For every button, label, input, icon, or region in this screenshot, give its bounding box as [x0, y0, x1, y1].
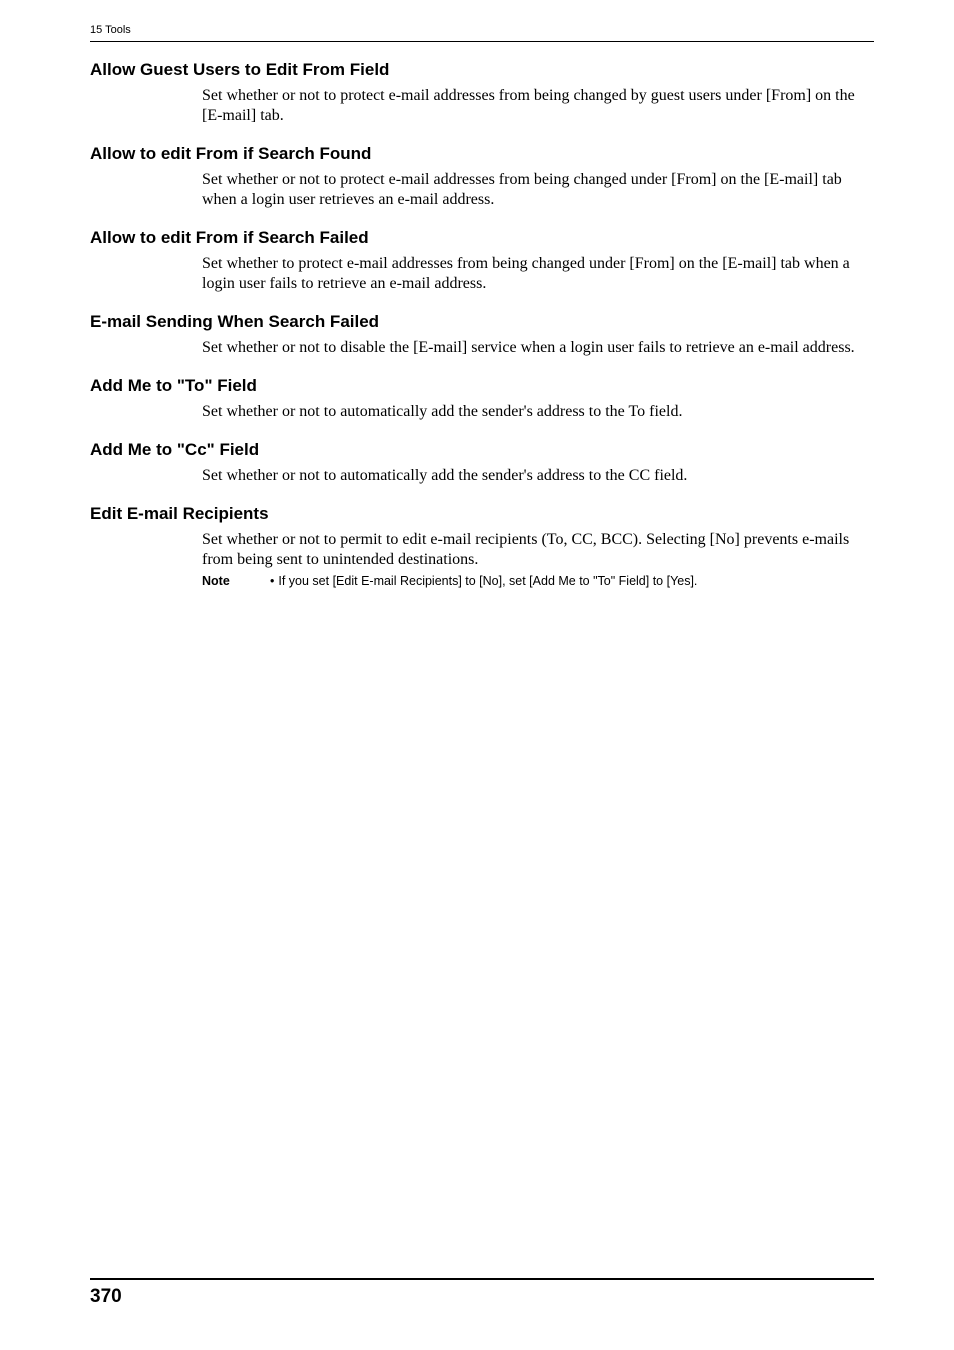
section-body: Set whether or not to protect e-mail add… — [202, 86, 874, 126]
section-email-sending-failed: E-mail Sending When Search Failed Set wh… — [90, 312, 874, 358]
bullet-icon: • — [270, 574, 274, 588]
note-text: If you set [Edit E-mail Recipients] to [… — [278, 574, 697, 588]
page-footer: 370 — [90, 1278, 874, 1308]
section-heading: Allow to edit From if Search Failed — [90, 228, 874, 248]
section-heading: Add Me to "Cc" Field — [90, 440, 874, 460]
section-body: Set whether or not to protect e-mail add… — [202, 170, 874, 210]
section-add-me-to: Add Me to "To" Field Set whether or not … — [90, 376, 874, 422]
section-body: Set whether or not to automatically add … — [202, 402, 874, 422]
note-row: Note • If you set [Edit E-mail Recipient… — [202, 574, 874, 588]
page-number: 370 — [90, 1286, 122, 1307]
section-heading: E-mail Sending When Search Failed — [90, 312, 874, 332]
section-body: Set whether or not to permit to edit e-m… — [202, 530, 874, 570]
section-heading: Edit E-mail Recipients — [90, 504, 874, 524]
section-allow-edit-from-failed: Allow to edit From if Search Failed Set … — [90, 228, 874, 294]
note-label: Note — [202, 574, 270, 588]
section-allow-guest-users: Allow Guest Users to Edit From Field Set… — [90, 60, 874, 126]
page-header: 15 Tools — [90, 20, 874, 42]
section-edit-email-recipients: Edit E-mail Recipients Set whether or no… — [90, 504, 874, 588]
section-add-me-cc: Add Me to "Cc" Field Set whether or not … — [90, 440, 874, 486]
chapter-label: 15 Tools — [90, 24, 131, 36]
section-heading: Allow to edit From if Search Found — [90, 144, 874, 164]
section-allow-edit-from-found: Allow to edit From if Search Found Set w… — [90, 144, 874, 210]
section-heading: Allow Guest Users to Edit From Field — [90, 60, 874, 80]
section-body: Set whether or not to disable the [E-mai… — [202, 338, 874, 358]
section-body: Set whether or not to automatically add … — [202, 466, 874, 486]
section-heading: Add Me to "To" Field — [90, 376, 874, 396]
section-body: Set whether to protect e-mail addresses … — [202, 254, 874, 294]
